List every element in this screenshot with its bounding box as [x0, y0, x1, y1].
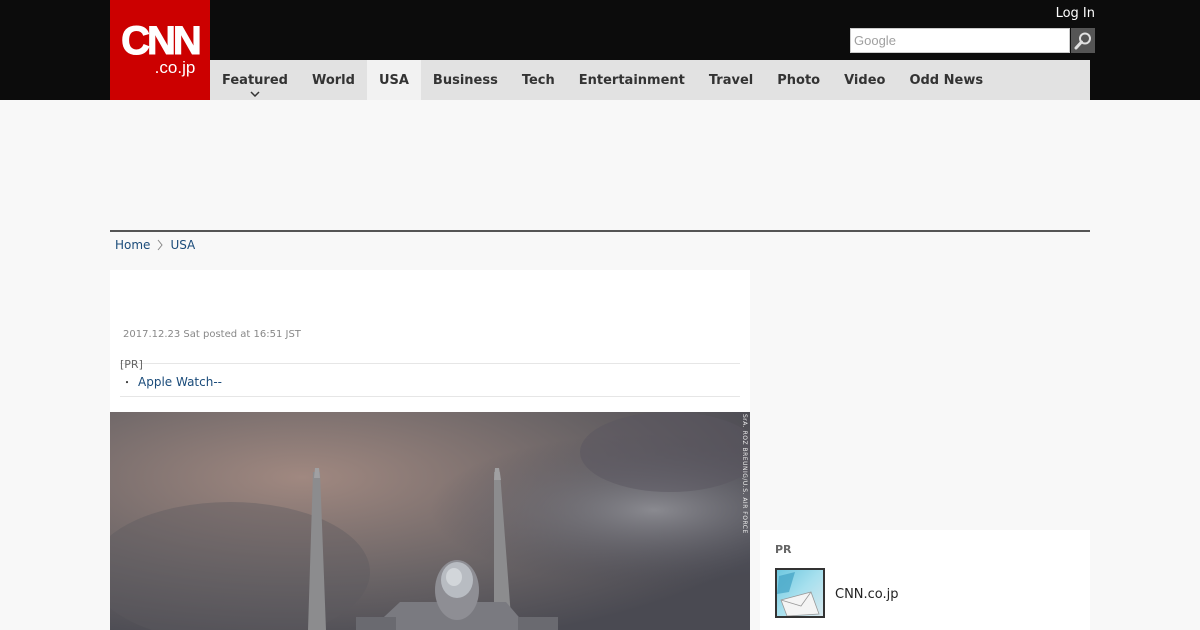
article-header-card: 2017.12.23 Sat posted at 16:51 JST [PR] … — [110, 270, 750, 412]
nav-odd-news[interactable]: Odd News — [897, 60, 995, 100]
sidebar-pr-title: PR — [775, 543, 792, 556]
nav-featured[interactable]: Featured — [210, 60, 300, 100]
chevron-right-icon — [158, 239, 164, 251]
logo-sub-text: .co.jp — [154, 58, 196, 77]
main-nav: Featured World USA Business Tech Enterta… — [210, 60, 1090, 100]
nav-entertainment[interactable]: Entertainment — [567, 60, 697, 100]
breadcrumb-home[interactable]: Home — [115, 238, 150, 252]
breadcrumb-usa[interactable]: USA — [170, 238, 195, 252]
image-credit: SrA. ROZ BREUNIG/U.S. AIR FORCE — [741, 414, 748, 534]
nav-label: Business — [432, 72, 498, 88]
search-input[interactable] — [850, 28, 1070, 53]
nav-label: Travel — [708, 72, 754, 88]
chevron-down-icon — [250, 91, 260, 97]
fighter-jet-photo — [110, 412, 750, 630]
section-divider — [110, 230, 1090, 232]
nav-usa[interactable]: USA — [366, 60, 421, 100]
login-link[interactable]: Log In — [1056, 6, 1095, 21]
sidebar-pr-link[interactable]: CNN.co.jp — [835, 587, 899, 602]
nav-world[interactable]: World — [300, 60, 367, 100]
nav-label: World — [311, 72, 355, 88]
article-timestamp: 2017.12.23 Sat posted at 16:51 JST — [123, 329, 301, 340]
nav-label: Featured — [222, 72, 288, 88]
nav-label: Tech — [521, 72, 555, 88]
logo-main-text: CNN — [121, 19, 203, 63]
search-icon — [1074, 32, 1091, 49]
search-button[interactable] — [1071, 28, 1095, 53]
pr-tag: [PR] — [120, 358, 143, 371]
article-hero-image: SrA. ROZ BREUNIG/U.S. AIR FORCE — [110, 412, 750, 630]
mail-envelope-icon — [777, 572, 820, 616]
nav-label: USA — [378, 72, 409, 88]
divider — [120, 363, 740, 364]
sidebar-pr-box: PR CNN.co.jp — [760, 530, 1090, 630]
nav-photo[interactable]: Photo — [765, 60, 832, 100]
nav-tech[interactable]: Tech — [510, 60, 567, 100]
nav-label: Odd News — [909, 72, 984, 88]
nav-label: Entertainment — [578, 72, 685, 88]
bullet-icon: ・ — [122, 378, 132, 389]
nav-label: Video — [844, 72, 886, 88]
nav-business[interactable]: Business — [421, 60, 510, 100]
nav-label: Photo — [777, 72, 821, 88]
pr-thumbnail[interactable] — [775, 568, 825, 618]
breadcrumb: Home USA — [115, 238, 195, 252]
pr-link-row: ・ Apple Watch-- — [122, 374, 222, 390]
nav-video[interactable]: Video — [832, 60, 897, 100]
ad-banner-space — [110, 100, 1090, 230]
nav-travel[interactable]: Travel — [697, 60, 765, 100]
pr-link[interactable]: Apple Watch-- — [138, 375, 222, 389]
divider — [120, 396, 740, 397]
cnn-logo[interactable]: CNN .co.jp — [110, 0, 210, 100]
